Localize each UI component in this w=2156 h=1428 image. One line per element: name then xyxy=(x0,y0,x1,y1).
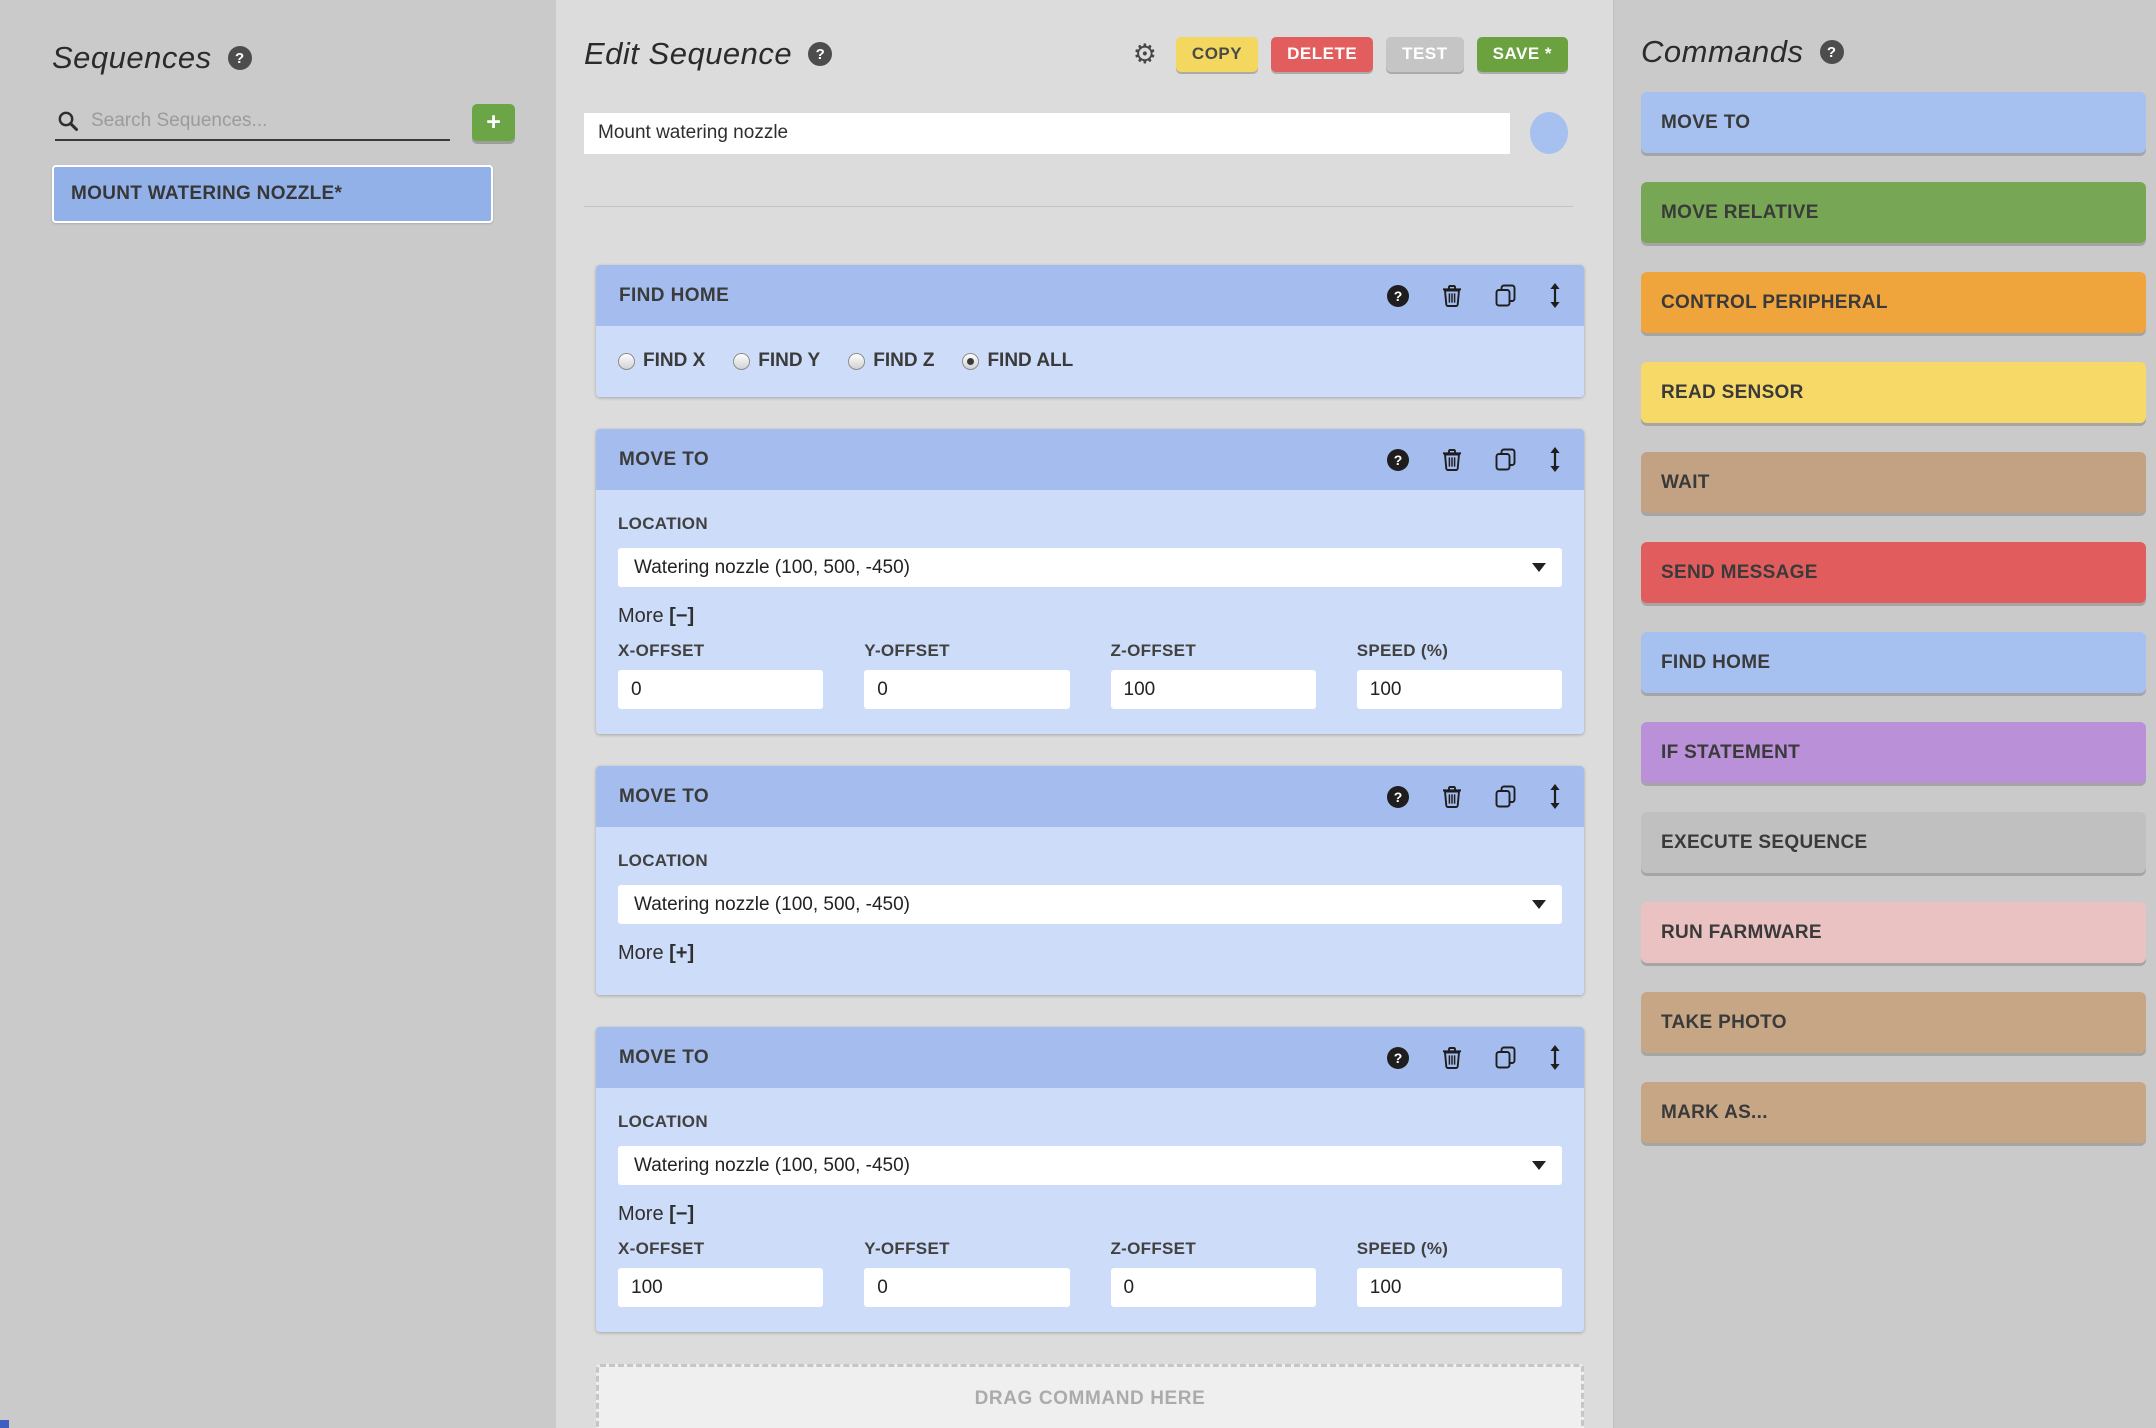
radio-find-y[interactable]: FIND Y xyxy=(733,350,820,372)
x-offset-input[interactable] xyxy=(618,670,823,709)
command-if-statement[interactable]: IF STATEMENT xyxy=(1641,722,2146,783)
trash-icon[interactable] xyxy=(1442,785,1462,808)
step-move-to-1: MOVE TO ? LOCAT xyxy=(596,429,1584,734)
speed-input[interactable] xyxy=(1357,670,1562,709)
radio-find-z[interactable]: FIND Z xyxy=(848,350,934,372)
speed-input[interactable] xyxy=(1357,1268,1562,1307)
command-find-home[interactable]: FIND HOME xyxy=(1641,632,2146,693)
sequence-toolbar: ⚙ COPY DELETE TEST SAVE * xyxy=(1133,37,1568,72)
command-list: MOVE TO MOVE RELATIVE CONTROL PERIPHERAL… xyxy=(1641,92,2146,1143)
trash-icon[interactable] xyxy=(1442,1046,1462,1069)
step-header[interactable]: MOVE TO ? xyxy=(596,1027,1584,1088)
location-label: LOCATION xyxy=(618,851,1562,871)
step-move-to-3: MOVE TO ? LOCAT xyxy=(596,1027,1584,1332)
step-header[interactable]: MOVE TO ? xyxy=(596,429,1584,490)
bottom-left-corner-artifact xyxy=(0,1420,9,1428)
commands-help-icon[interactable]: ? xyxy=(1820,40,1844,64)
drag-handle-icon[interactable] xyxy=(1549,1045,1561,1070)
drag-command-drop-target[interactable]: DRAG COMMAND HERE xyxy=(596,1364,1584,1428)
edit-sequence-panel: Edit Sequence ? ⚙ COPY DELETE TEST SAVE … xyxy=(556,0,1613,1428)
step-body: LOCATION Watering nozzle (100, 500, -450… xyxy=(596,1088,1584,1332)
command-wait[interactable]: WAIT xyxy=(1641,452,2146,513)
sequence-name-input[interactable] xyxy=(584,113,1510,154)
search-sequences-input[interactable] xyxy=(91,110,448,132)
command-send-message[interactable]: SEND MESSAGE xyxy=(1641,542,2146,603)
location-select[interactable]: Watering nozzle (100, 500, -450) xyxy=(618,1146,1562,1185)
z-offset-input[interactable] xyxy=(1111,670,1316,709)
step-header[interactable]: FIND HOME ? xyxy=(596,265,1584,326)
step-body: FIND X FIND Y FIND Z FIND ALL xyxy=(596,326,1584,397)
sequence-color-swatch[interactable] xyxy=(1530,112,1568,154)
command-read-sensor[interactable]: READ SENSOR xyxy=(1641,362,2146,423)
copy-step-icon[interactable] xyxy=(1495,284,1516,307)
radio-find-all[interactable]: FIND ALL xyxy=(962,350,1073,372)
command-take-photo[interactable]: TAKE PHOTO xyxy=(1641,992,2146,1053)
sequences-panel: Sequences ? + MOUNT WATERING NOZZLE* xyxy=(0,0,556,1428)
step-find-home: FIND HOME ? xyxy=(596,265,1584,397)
copy-step-icon[interactable] xyxy=(1495,1046,1516,1069)
edit-sequence-title: Edit Sequence xyxy=(584,36,792,72)
chevron-down-icon xyxy=(1532,900,1546,909)
step-body: LOCATION Watering nozzle (100, 500, -450… xyxy=(596,490,1584,734)
x-offset-input[interactable] xyxy=(618,1268,823,1307)
command-mark-as[interactable]: MARK AS... xyxy=(1641,1082,2146,1143)
drag-handle-icon[interactable] xyxy=(1549,784,1561,809)
step-header[interactable]: MOVE TO ? xyxy=(596,766,1584,827)
more-toggle[interactable]: More [−] xyxy=(618,605,694,628)
step-list: FIND HOME ? xyxy=(596,265,1584,1428)
copy-step-icon[interactable] xyxy=(1495,448,1516,471)
copy-button[interactable]: COPY xyxy=(1176,37,1258,72)
z-offset-input[interactable] xyxy=(1111,1268,1316,1307)
trash-icon[interactable] xyxy=(1442,284,1462,307)
copy-step-icon[interactable] xyxy=(1495,785,1516,808)
help-icon[interactable]: ? xyxy=(1387,1047,1409,1069)
search-icon xyxy=(57,110,79,132)
drag-handle-icon[interactable] xyxy=(1549,447,1561,472)
sequences-help-icon[interactable]: ? xyxy=(228,46,252,70)
chevron-down-icon xyxy=(1532,563,1546,572)
trash-icon[interactable] xyxy=(1442,448,1462,471)
step-body: LOCATION Watering nozzle (100, 500, -450… xyxy=(596,827,1584,995)
step-move-to-2: MOVE TO ? LOCAT xyxy=(596,766,1584,995)
commands-title: Commands xyxy=(1641,34,1804,70)
chevron-down-icon xyxy=(1532,1161,1546,1170)
more-toggle[interactable]: More [+] xyxy=(618,942,694,965)
help-icon[interactable]: ? xyxy=(1387,786,1409,808)
command-execute-sequence[interactable]: EXECUTE SEQUENCE xyxy=(1641,812,2146,873)
more-toggle[interactable]: More [−] xyxy=(618,1203,694,1226)
location-select[interactable]: Watering nozzle (100, 500, -450) xyxy=(618,548,1562,587)
help-icon[interactable]: ? xyxy=(1387,449,1409,471)
y-offset-input[interactable] xyxy=(864,1268,1069,1307)
farmbot-sequence-editor: Sequences ? + MOUNT WATERING NOZZLE* Edi… xyxy=(0,0,2156,1428)
edit-sequence-help-icon[interactable]: ? xyxy=(808,42,832,66)
save-button[interactable]: SAVE * xyxy=(1477,37,1568,72)
sequences-title: Sequences xyxy=(52,40,212,76)
gear-icon[interactable]: ⚙ xyxy=(1133,41,1157,68)
delete-button[interactable]: DELETE xyxy=(1271,37,1373,72)
commands-panel: Commands ? MOVE TO MOVE RELATIVE CONTROL… xyxy=(1613,0,2156,1428)
location-select[interactable]: Watering nozzle (100, 500, -450) xyxy=(618,885,1562,924)
add-sequence-button[interactable]: + xyxy=(472,104,515,141)
location-label: LOCATION xyxy=(618,1112,1562,1132)
command-move-to[interactable]: MOVE TO xyxy=(1641,92,2146,153)
command-run-farmware[interactable]: RUN FARMWARE xyxy=(1641,902,2146,963)
location-label: LOCATION xyxy=(618,514,1562,534)
help-icon[interactable]: ? xyxy=(1387,285,1409,307)
sequence-search-row: + xyxy=(55,104,556,141)
y-offset-input[interactable] xyxy=(864,670,1069,709)
drag-handle-icon[interactable] xyxy=(1549,283,1561,308)
command-move-relative[interactable]: MOVE RELATIVE xyxy=(1641,182,2146,243)
divider xyxy=(584,206,1573,207)
test-button[interactable]: TEST xyxy=(1386,37,1463,72)
sequence-list-item[interactable]: MOUNT WATERING NOZZLE* xyxy=(52,165,493,223)
radio-find-x[interactable]: FIND X xyxy=(618,350,705,372)
command-control-peripheral[interactable]: CONTROL PERIPHERAL xyxy=(1641,272,2146,333)
